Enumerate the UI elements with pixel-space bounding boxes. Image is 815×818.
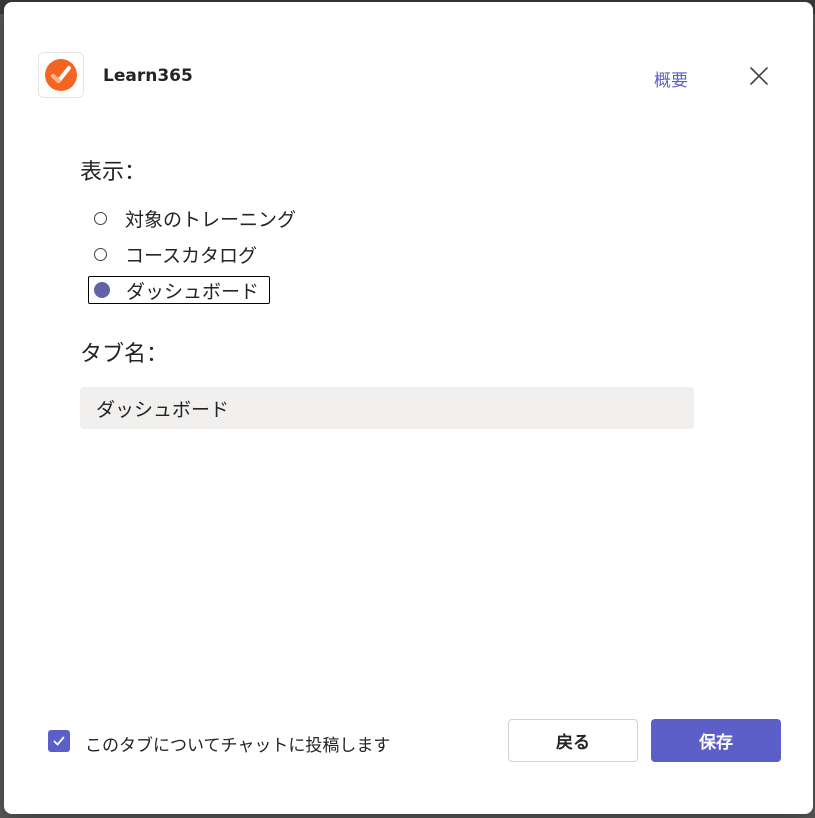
radio-unchecked-icon xyxy=(94,211,107,225)
save-button[interactable]: 保存 xyxy=(651,719,781,762)
radio-checked-icon xyxy=(94,282,110,298)
radio-label: 対象のトレーニング xyxy=(125,208,297,231)
checkmark-icon xyxy=(53,736,65,746)
app-name: Learn365 xyxy=(103,66,193,86)
back-button[interactable]: 戻る xyxy=(508,719,638,762)
radio-label: ダッシュボード xyxy=(126,280,260,303)
radio-label: コースカタログ xyxy=(125,244,258,267)
close-icon xyxy=(750,67,768,85)
tab-name-section-label: タブ名： xyxy=(80,342,169,367)
about-link[interactable]: 概要 xyxy=(654,66,688,91)
radio-option-dashboard[interactable]: ダッシュボード xyxy=(88,276,271,304)
configure-tab-dialog: Learn365 概要 表示： 対象のトレーニング コースカタログ ダッシュボー… xyxy=(4,2,813,814)
close-button[interactable] xyxy=(746,63,772,89)
radio-option-course-catalog[interactable]: コースカタログ xyxy=(88,240,263,268)
tab-name-input[interactable] xyxy=(80,387,694,429)
radio-option-target-training[interactable]: 対象のトレーニング xyxy=(88,204,302,232)
radio-unchecked-icon xyxy=(94,247,107,261)
post-to-chat-checkbox[interactable] xyxy=(48,730,70,752)
learn365-logo-icon xyxy=(38,52,84,98)
post-to-chat-label: このタブについてチャットに投稿します xyxy=(85,736,391,756)
display-section-label: 表示： xyxy=(80,160,147,185)
